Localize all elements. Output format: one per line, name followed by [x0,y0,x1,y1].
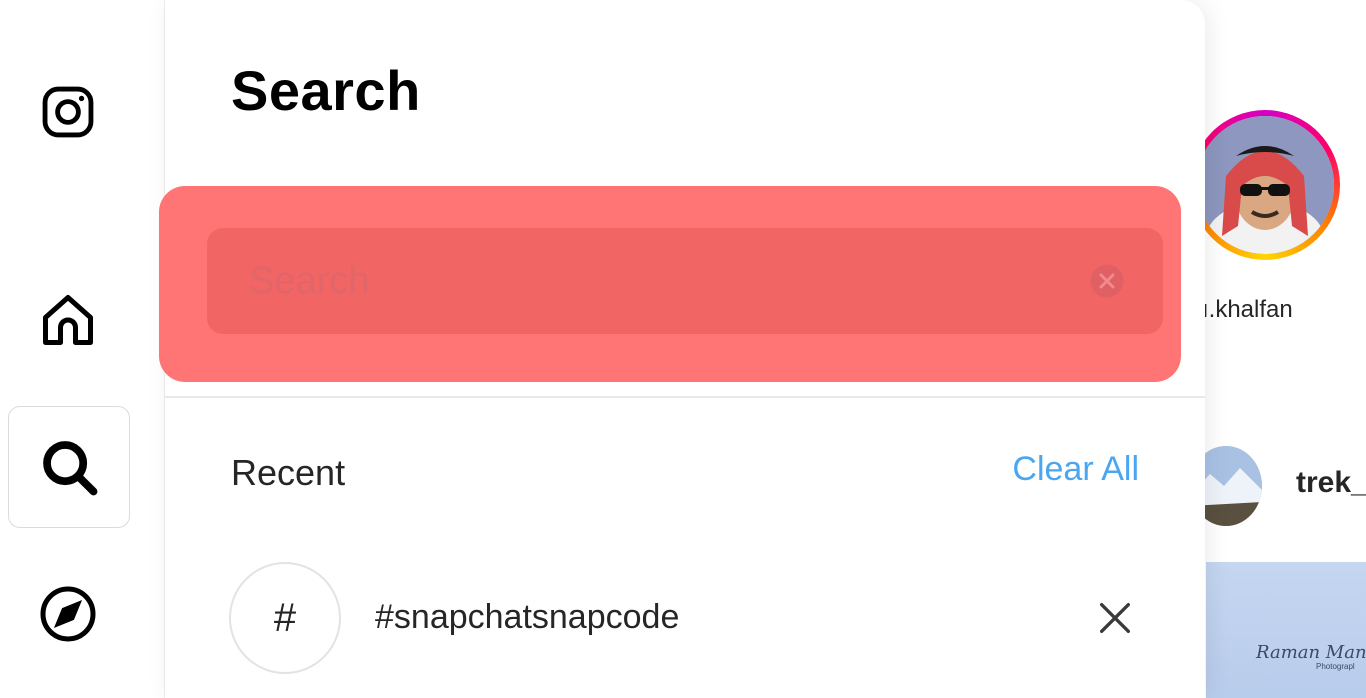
search-field[interactable] [207,228,1163,334]
clear-search-icon[interactable] [1089,263,1125,299]
explore-compass-icon[interactable] [38,584,98,644]
clear-all-button[interactable]: Clear All [1012,450,1139,489]
recent-heading: Recent [231,452,346,493]
post-watermark-sub: Photograpl [1316,662,1355,671]
instagram-logo-icon[interactable] [38,82,98,142]
section-divider [165,396,1205,398]
home-icon[interactable] [38,290,98,350]
nav-search-button[interactable] [8,406,130,528]
x-circle-icon [1090,264,1124,298]
hashtag-icon: # [229,562,341,674]
search-panel-title: Search [231,59,421,122]
remove-recent-button[interactable] [1091,594,1139,642]
left-nav-rail [0,0,165,698]
post-username[interactable]: trek_ [1296,466,1366,500]
instagram-page: ı.khalfan trek_ Raman Man C Photograpl [0,0,1366,698]
close-icon [1100,603,1130,633]
story-avatar-image [1196,116,1334,254]
story-ring[interactable] [1190,110,1340,260]
post-image[interactable]: Raman Man C Photograpl [1206,562,1366,698]
search-panel: Search Recent Clear All # #snapchatsnapc… [159,0,1205,698]
post-watermark: Raman Man C [1256,642,1366,663]
search-input[interactable] [249,228,1069,334]
recent-search-item[interactable]: # #snapchatsnapcode [229,560,1139,678]
recent-item-label: #snapchatsnapcode [375,598,680,636]
story-avatar [1196,116,1334,254]
search-icon [43,441,98,496]
story-username[interactable]: ı.khalfan [1202,296,1293,324]
